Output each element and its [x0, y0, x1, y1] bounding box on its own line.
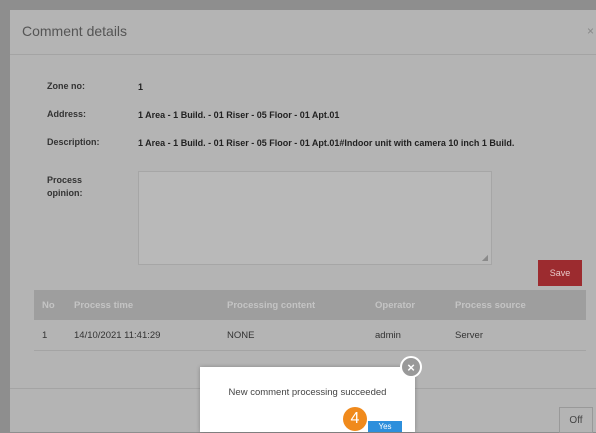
dialog-close-icon[interactable]: ×	[400, 356, 422, 378]
column-header-processing-content: Processing content	[219, 290, 367, 320]
step-badge: 4	[343, 407, 367, 431]
close-icon[interactable]: ×	[587, 24, 594, 38]
cell-process-source: Server	[447, 320, 586, 351]
process-table: No Process time Processing content Opera…	[34, 290, 586, 351]
panel-header: Comment details ×	[10, 10, 596, 55]
table-row[interactable]: 1 14/10/2021 11:41:29 NONE admin Server	[34, 320, 586, 351]
column-header-operator: Operator	[367, 290, 447, 320]
yes-button[interactable]: Yes	[368, 421, 402, 432]
panel-title: Comment details	[22, 23, 128, 39]
dialog-message: New comment processing succeeded	[228, 387, 387, 398]
address-label: Address:	[47, 109, 87, 119]
process-opinion-label-line2: opinion:	[47, 188, 83, 198]
cell-no: 1	[34, 320, 66, 351]
save-button[interactable]: Save	[538, 260, 582, 286]
resize-grip-icon[interactable]: ◢	[482, 253, 488, 262]
zone-no-value: 1	[138, 82, 144, 92]
process-opinion-label: Process	[47, 175, 83, 185]
zone-no-label: Zone no:	[47, 81, 85, 91]
description-label: Description:	[47, 137, 100, 147]
address-value: 1 Area - 1 Build. - 01 Riser - 05 Floor …	[138, 110, 340, 120]
cell-operator: admin	[367, 320, 447, 351]
column-header-process-source: Process source	[447, 290, 586, 320]
column-header-no: No	[34, 290, 66, 320]
cell-processing-content: NONE	[219, 320, 367, 351]
description-value: 1 Area - 1 Build. - 01 Riser - 05 Floor …	[138, 138, 515, 148]
off-button[interactable]: Off	[559, 407, 593, 433]
process-opinion-input[interactable]: ◢	[138, 171, 492, 265]
cell-process-time: 14/10/2021 11:41:29	[66, 320, 219, 351]
column-header-process-time: Process time	[66, 290, 219, 320]
